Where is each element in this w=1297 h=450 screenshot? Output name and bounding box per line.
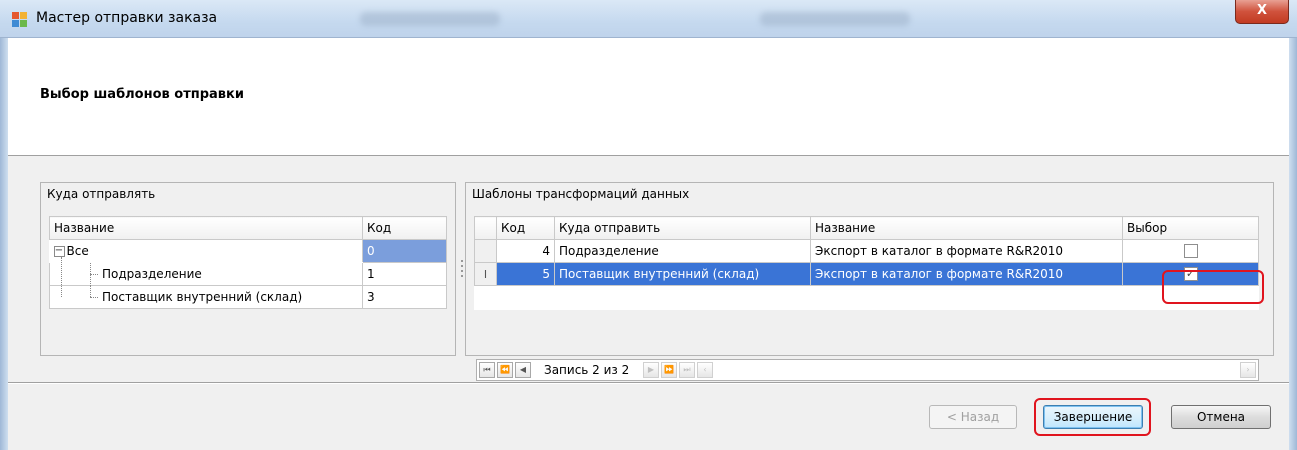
templates-grid[interactable]: Код Куда отправить Название Выбор 4 Подр… [474,216,1259,310]
cell-name[interactable]: Экспорт в каталог в формате R&R2010 [810,239,1123,263]
row-header-corner [474,216,497,240]
first-record-icon[interactable]: ⏮ [479,362,495,378]
tree-connector [90,263,91,286]
window-frame-right [1289,38,1297,450]
prev-record-icon[interactable]: ◀ [515,362,531,378]
tree-node-label: Подразделение [102,267,202,281]
tree-code-cell[interactable]: 1 [362,262,447,286]
select-checkbox[interactable] [1183,244,1198,259]
collapse-icon[interactable]: − [53,246,65,257]
scroll-right-icon[interactable]: › [1240,362,1256,378]
page-title: Выбор шаблонов отправки [40,87,244,102]
tree-row[interactable]: Поставщик внутренний (склад) 3 [49,285,447,309]
prev-page-icon[interactable]: ⏪ [497,362,513,378]
next-page-icon[interactable]: ⏩ [661,362,677,378]
tree-connector [90,297,98,298]
cancel-button[interactable]: Отмена [1171,405,1271,429]
footer-separator [8,382,1289,384]
destinations-caption: Куда отправлять [47,187,156,201]
tree-node-label: Все [66,244,89,258]
wizard-client-area: Выбор шаблонов отправки Куда отправлять … [8,38,1289,450]
destinations-group: Куда отправлять Название Код − Все 0 Подр… [40,182,456,356]
templates-group: Шаблоны трансформаций данных Код Куда от… [465,182,1274,381]
window-frame-left [0,38,8,450]
highlight-checkbox [1162,270,1264,304]
cell-code[interactable]: 4 [496,239,555,263]
tree-connector [90,286,91,297]
tree-connector [90,274,98,275]
tree-row[interactable]: Подразделение 1 [49,257,447,297]
cell-code[interactable]: 5 [496,262,555,286]
row-header[interactable]: I [474,262,497,286]
cell-destination[interactable]: Подразделение [554,239,811,263]
table-row-selected[interactable]: I 5 Поставщик внутренний (склад) Экспорт… [474,262,1259,286]
app-icon [12,12,28,28]
wizard-header: Выбор шаблонов отправки [8,38,1289,156]
window-title: Мастер отправки заказа [36,10,218,26]
blurred-region [360,12,500,26]
scroll-left-icon[interactable]: ‹ [697,362,713,378]
row-header[interactable] [474,239,497,263]
column-header-select[interactable]: Выбор [1122,216,1259,240]
highlight-finish [1034,398,1151,436]
record-position: Запись 2 из 2 [544,363,630,377]
cell-destination[interactable]: Поставщик внутренний (склад) [554,262,811,286]
blurred-region [760,12,910,26]
destinations-tree[interactable]: Название Код − Все 0 Подразделение 1 Пос… [49,216,447,309]
column-header-name[interactable]: Название [49,216,363,240]
title-bar: Мастер отправки заказа X [0,0,1297,38]
column-header-code[interactable]: Код [362,216,447,240]
table-row[interactable]: 4 Подразделение Экспорт в каталог в форм… [474,239,1259,263]
templates-caption: Шаблоны трансформаций данных [472,187,690,201]
cell-name[interactable]: Экспорт в каталог в формате R&R2010 [810,262,1123,286]
column-header-destination[interactable]: Куда отправить [554,216,811,240]
record-navigator: ⏮ ⏪ ◀ Запись 2 из 2 ▶ ⏩ ⏭ ‹ › [476,359,1259,381]
tree-code-cell[interactable]: 3 [362,285,447,309]
tree-row[interactable]: − Все 0 [49,239,447,263]
next-record-icon[interactable]: ▶ [643,362,659,378]
back-button[interactable]: < Назад [929,405,1017,429]
close-button[interactable]: X [1235,0,1289,24]
tree-code-cell[interactable]: 0 [362,239,447,263]
column-header-code[interactable]: Код [496,216,555,240]
last-record-icon[interactable]: ⏭ [679,362,695,378]
column-header-name[interactable]: Название [810,216,1123,240]
tree-node-label: Поставщик внутренний (склад) [102,290,303,304]
